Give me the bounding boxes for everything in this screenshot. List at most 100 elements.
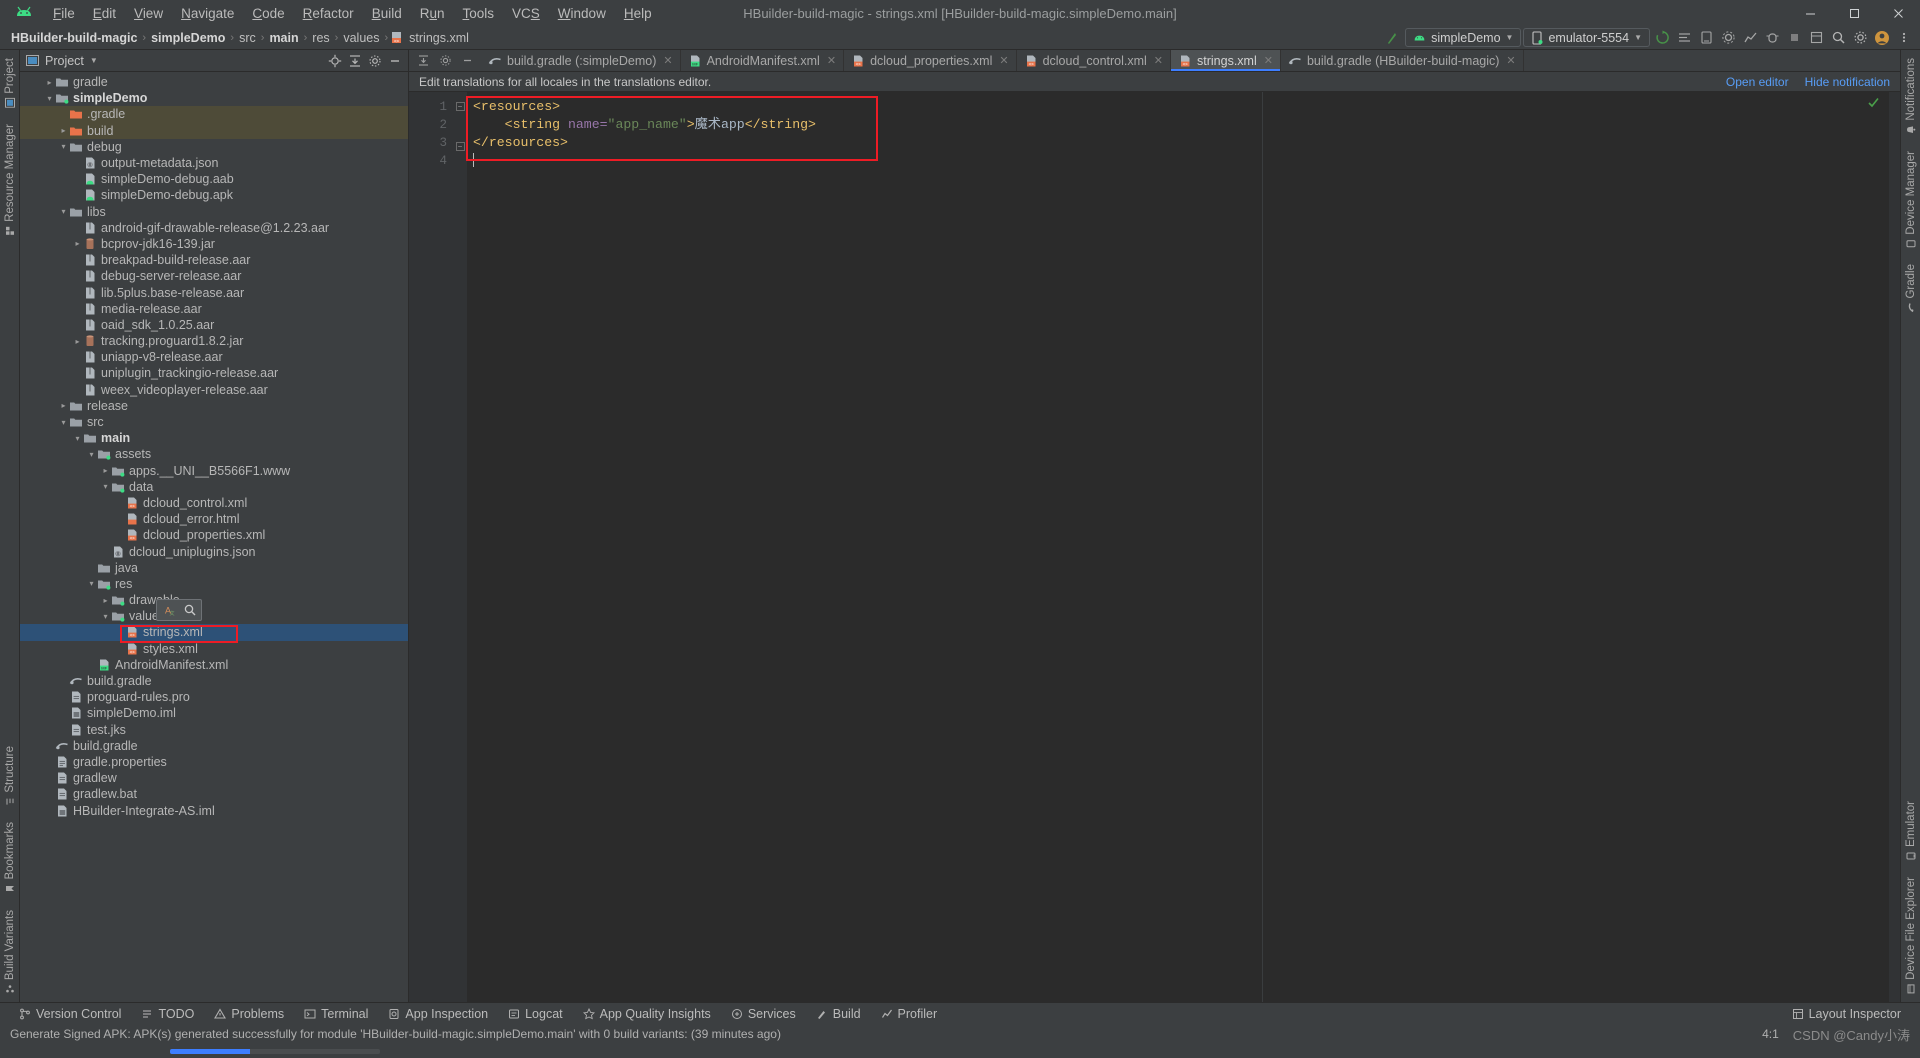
tree-node[interactable]: .gradle (20, 106, 408, 123)
avd-manager-icon[interactable] (1696, 28, 1716, 48)
settings-gear-icon[interactable] (368, 54, 382, 68)
caret-position[interactable]: 4:1 (1762, 1027, 1779, 1041)
account-icon[interactable] (1872, 28, 1892, 48)
tree-node[interactable]: gradlew (20, 770, 408, 786)
sidebar-item-resource-manager[interactable]: Resource Manager (2, 116, 18, 244)
sdk-manager-icon[interactable] (1718, 28, 1738, 48)
chevron-down-icon[interactable]: ▾ (58, 142, 69, 151)
tree-node[interactable]: ▾ src (20, 414, 408, 430)
hide-notification-link[interactable]: Hide notification (1805, 75, 1890, 89)
sidebar-item-device-file-explorer[interactable]: Device File Explorer (1903, 869, 1919, 1002)
tree-node[interactable]: ▾ assets (20, 446, 408, 462)
bottom-tab-app-inspection[interactable]: App Inspection (379, 1006, 497, 1022)
search-icon[interactable] (179, 600, 201, 620)
menu-navigate[interactable]: Navigate (172, 3, 243, 24)
inspection-ok-icon[interactable] (1867, 96, 1880, 109)
close-button[interactable] (1876, 0, 1920, 26)
tree-node[interactable]: <> dcloud_properties.xml (20, 527, 408, 543)
sidebar-item-emulator[interactable]: Emulator (1903, 793, 1919, 869)
minimize-button[interactable] (1788, 0, 1832, 26)
tree-node[interactable]: uniapp-v8-release.aar (20, 349, 408, 365)
sidebar-item-project[interactable]: Project (2, 50, 18, 116)
menu-run[interactable]: Run (411, 3, 454, 24)
tree-node[interactable]: ▸ tracking.proguard1.8.2.jar (20, 333, 408, 349)
tree-node[interactable]: ▾ data (20, 479, 408, 495)
code-line[interactable] (467, 152, 1900, 170)
close-tab-icon[interactable]: ✕ (663, 54, 672, 67)
align-icon[interactable] (1674, 28, 1694, 48)
close-tab-icon[interactable]: ✕ (827, 54, 836, 67)
bottom-tab-terminal[interactable]: Terminal (295, 1006, 377, 1022)
sidebar-item-gradle[interactable]: Gradle (1903, 256, 1919, 321)
collapse-all-icon[interactable] (348, 54, 362, 68)
tree-node[interactable]: ▾ res (20, 576, 408, 592)
bottom-tab-todo[interactable]: TODO (132, 1006, 203, 1022)
chevron-right-icon[interactable]: ▸ (72, 337, 83, 346)
close-tab-icon[interactable]: ✕ (1506, 54, 1515, 67)
tree-node[interactable]: ▾ libs (20, 204, 408, 220)
bottom-tab-layout-inspector[interactable]: Layout Inspector (1783, 1006, 1910, 1022)
sidebar-item-structure[interactable]: Structure (2, 738, 18, 815)
editor-tab[interactable]: MF AndroidManifest.xml ✕ (681, 50, 845, 71)
chevron-down-icon[interactable]: ▼ (90, 56, 98, 65)
tree-node[interactable]: ▾ debug (20, 139, 408, 155)
tree-node[interactable]: gradlew.bat (20, 786, 408, 802)
code-content[interactable]: <resources> <string name="app_name">魔术ap… (467, 92, 1900, 1002)
code-editor[interactable]: 1234 − − <resources> <string name="app_na… (409, 92, 1900, 1002)
more-options-icon[interactable] (1894, 28, 1914, 48)
bottom-tab-build[interactable]: Build (807, 1006, 870, 1022)
editor-scroll-strip[interactable] (1888, 92, 1900, 1002)
maximize-button[interactable] (1832, 0, 1876, 26)
tree-node[interactable]: ▸ gradle (20, 74, 408, 90)
close-tab-icon[interactable]: ✕ (1264, 54, 1273, 67)
tree-node[interactable]: ▸ apps.__UNI__B5566F1.www (20, 463, 408, 479)
tree-node[interactable]: proguard-rules.pro (20, 689, 408, 705)
editor-tab[interactable]: <> dcloud_properties.xml ✕ (844, 50, 1017, 71)
chevron-down-icon[interactable]: ▾ (86, 579, 97, 588)
make-project-icon[interactable] (1383, 28, 1403, 48)
menu-refactor[interactable]: Refactor (294, 3, 363, 24)
breadcrumb-project[interactable]: HBuilder-build-magic (8, 30, 140, 46)
chevron-down-icon[interactable]: ▾ (58, 207, 69, 216)
editor-tab[interactable]: build.gradle (HBuilder-build-magic) ✕ (1281, 50, 1524, 71)
tree-node[interactable]: android-gif-drawable-release@1.2.23.aar (20, 220, 408, 236)
close-tab-icon[interactable]: ✕ (999, 54, 1008, 67)
chevron-right-icon[interactable]: ▸ (72, 239, 83, 248)
code-line[interactable]: <string name="app_name">魔术app</string> (467, 116, 1900, 134)
tree-node[interactable]: oaid_sdk_1.0.25.aar (20, 317, 408, 333)
tree-node[interactable]: gradle.properties (20, 754, 408, 770)
target-icon[interactable] (328, 54, 342, 68)
tree-node[interactable]: uniplugin_trackingio-release.aar (20, 365, 408, 381)
code-line[interactable]: </resources> (467, 134, 1900, 152)
chevron-down-icon[interactable]: ▾ (100, 612, 111, 621)
sidebar-item-notifications[interactable]: Notifications (1903, 50, 1919, 143)
breadcrumb-module[interactable]: simpleDemo (148, 30, 228, 46)
breadcrumb-main[interactable]: main (266, 30, 301, 46)
tree-node[interactable]: simpleDemo-debug.apk (20, 187, 408, 203)
tree-node[interactable]: ▸ drawable (20, 592, 408, 608)
chevron-right-icon[interactable]: ▸ (58, 126, 69, 135)
project-file-tree[interactable]: ▸ gradle ▾ simpleDemo .gradle ▸ build ▾ debug {} o… (20, 72, 408, 1002)
settings-gear-icon[interactable] (435, 51, 455, 71)
menu-tools[interactable]: Tools (454, 3, 504, 24)
tree-node[interactable]: build.gradle (20, 738, 408, 754)
tree-node[interactable]: media-release.aar (20, 301, 408, 317)
editor-tab[interactable]: build.gradle (:simpleDemo) ✕ (481, 50, 681, 71)
chevron-right-icon[interactable]: ▸ (100, 596, 111, 605)
breadcrumb-src[interactable]: src (236, 30, 259, 46)
profile-icon[interactable] (1740, 28, 1760, 48)
menu-code[interactable]: Code (243, 3, 293, 24)
tree-node[interactable]: <> dcloud_control.xml (20, 495, 408, 511)
tree-node[interactable]: ▸ release (20, 398, 408, 414)
translate-icon[interactable]: A文 (157, 600, 179, 620)
tree-node[interactable]: MF AndroidManifest.xml (20, 657, 408, 673)
editor-tab[interactable]: <> dcloud_control.xml ✕ (1017, 50, 1172, 71)
chevron-down-icon[interactable]: ▾ (58, 418, 69, 427)
tree-node[interactable]: <> strings.xml (20, 624, 408, 641)
breadcrumb-values[interactable]: values (340, 30, 382, 46)
hide-panel-icon[interactable] (388, 54, 402, 68)
search-everywhere-icon[interactable] (1828, 28, 1848, 48)
code-fold-column[interactable]: − − (453, 92, 467, 1002)
tree-node[interactable]: test.jks (20, 722, 408, 738)
attach-debugger-icon[interactable] (1762, 28, 1782, 48)
